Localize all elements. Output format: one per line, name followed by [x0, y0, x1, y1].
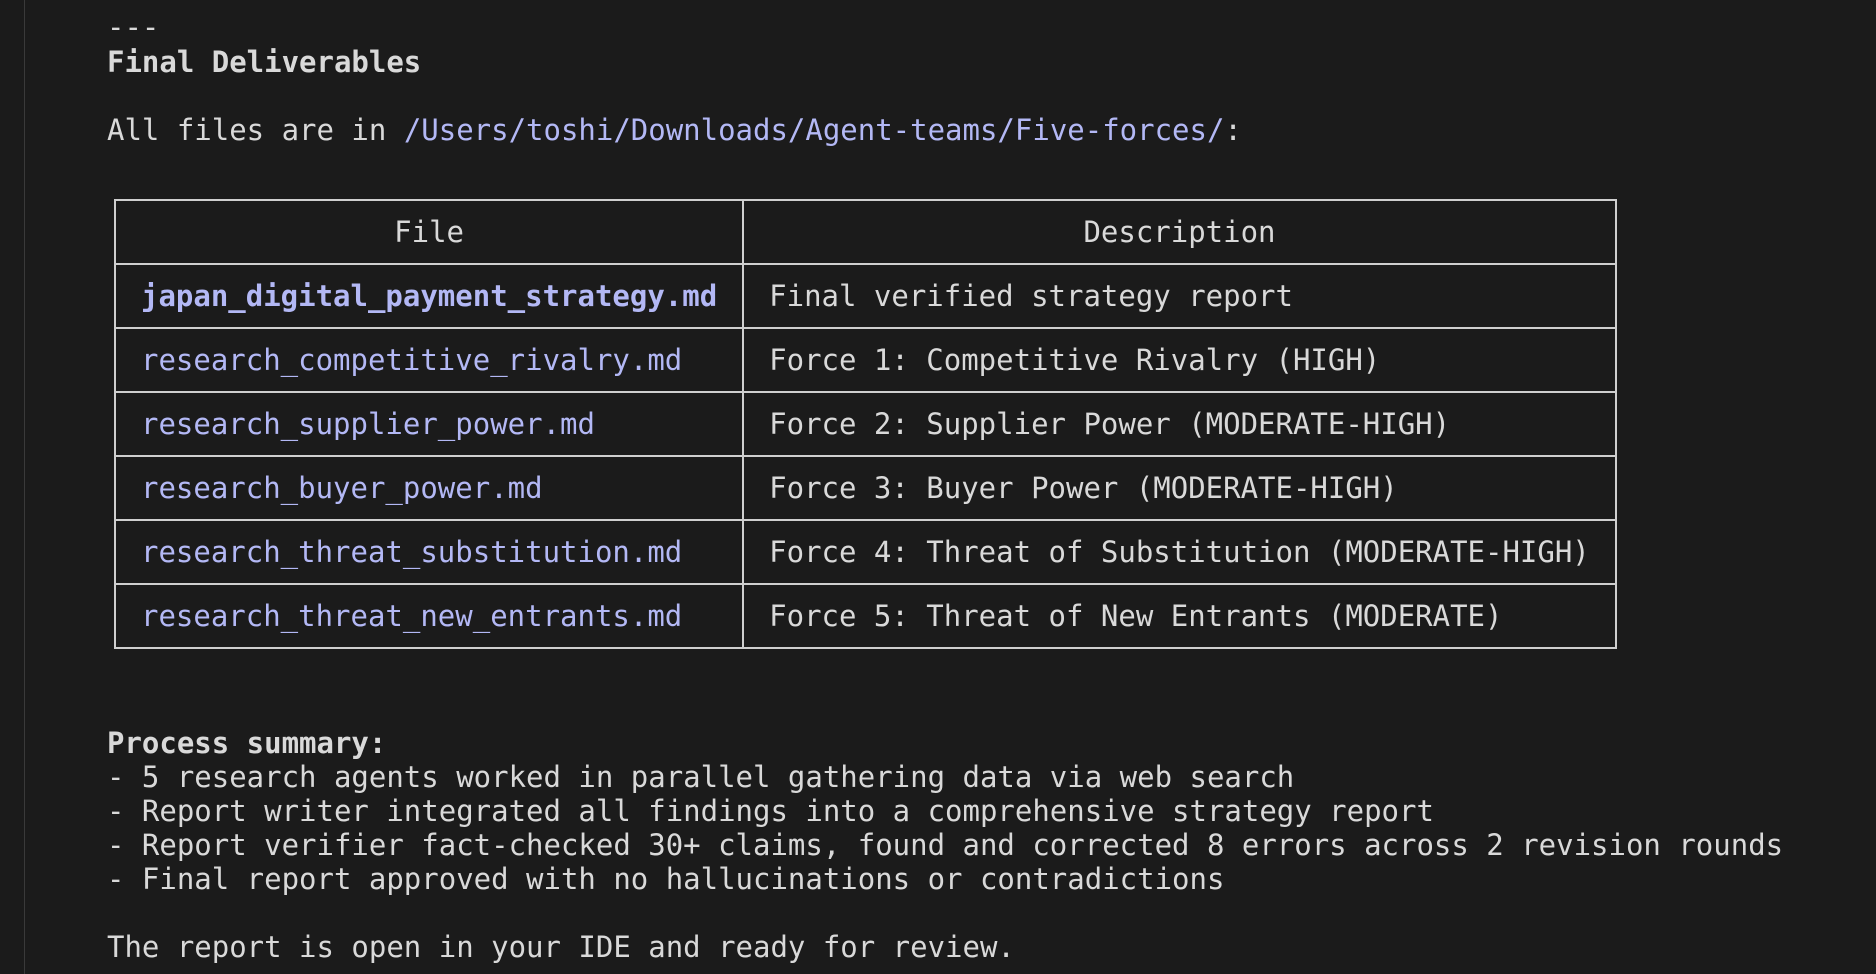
table-row: research_buyer_power.md Force 3: Buyer P… — [113, 455, 1617, 521]
file-link[interactable]: research_buyer_power.md — [113, 455, 745, 521]
table-row: research_supplier_power.md Force 2: Supp… — [113, 391, 1617, 457]
summary-item: - Final report approved with no hallucin… — [107, 862, 1225, 896]
intro-prefix: All files are in — [107, 113, 404, 147]
folder-path-link[interactable]: /Users/toshi/Downloads/Agent-teams/Five-… — [404, 113, 1225, 147]
separator: --- — [107, 10, 160, 44]
file-description: Force 1: Competitive Rivalry (HIGH) — [742, 327, 1617, 393]
file-link[interactable]: research_threat_substitution.md — [113, 519, 745, 585]
summary-heading: Process summary: — [107, 726, 387, 760]
file-description: Force 3: Buyer Power (MODERATE-HIGH) — [742, 455, 1617, 521]
file-description: Final verified strategy report — [742, 263, 1617, 329]
gutter-divider — [24, 0, 25, 974]
table-row: japan_digital_payment_strategy.md Final … — [113, 263, 1617, 329]
file-link[interactable]: research_supplier_power.md — [113, 391, 745, 457]
process-summary: Process summary: - 5 research agents wor… — [107, 726, 1783, 896]
intro-suffix: : — [1224, 113, 1242, 147]
file-description: Force 5: Threat of New Entrants (MODERAT… — [742, 583, 1617, 649]
header-description: Description — [742, 199, 1617, 265]
file-description: Force 4: Threat of Substitution (MODERAT… — [742, 519, 1617, 585]
section-title: Final Deliverables — [107, 45, 422, 79]
summary-item: - Report verifier fact-checked 30+ claim… — [107, 828, 1784, 862]
table-header-row: File Description — [113, 199, 1617, 265]
summary-item: - 5 research agents worked in parallel g… — [107, 760, 1295, 794]
table-row: research_threat_new_entrants.md Force 5:… — [113, 583, 1617, 649]
table-row: research_competitive_rivalry.md Force 1:… — [113, 327, 1617, 393]
file-description: Force 2: Supplier Power (MODERATE-HIGH) — [742, 391, 1617, 457]
intro-line: All files are in /Users/toshi/Downloads/… — [107, 113, 1242, 147]
summary-item: - Report writer integrated all findings … — [107, 794, 1434, 828]
file-link[interactable]: research_threat_new_entrants.md — [113, 583, 745, 649]
file-link[interactable]: japan_digital_payment_strategy.md — [113, 263, 745, 329]
table-row: research_threat_substitution.md Force 4:… — [113, 519, 1617, 585]
closing-message: The report is open in your IDE and ready… — [107, 930, 1015, 964]
file-link[interactable]: research_competitive_rivalry.md — [113, 327, 745, 393]
header-file: File — [113, 199, 745, 265]
terminal-output: --- Final Deliverables All files are in … — [0, 0, 1876, 974]
deliverables-table: File Description japan_digital_payment_s… — [113, 199, 1617, 649]
